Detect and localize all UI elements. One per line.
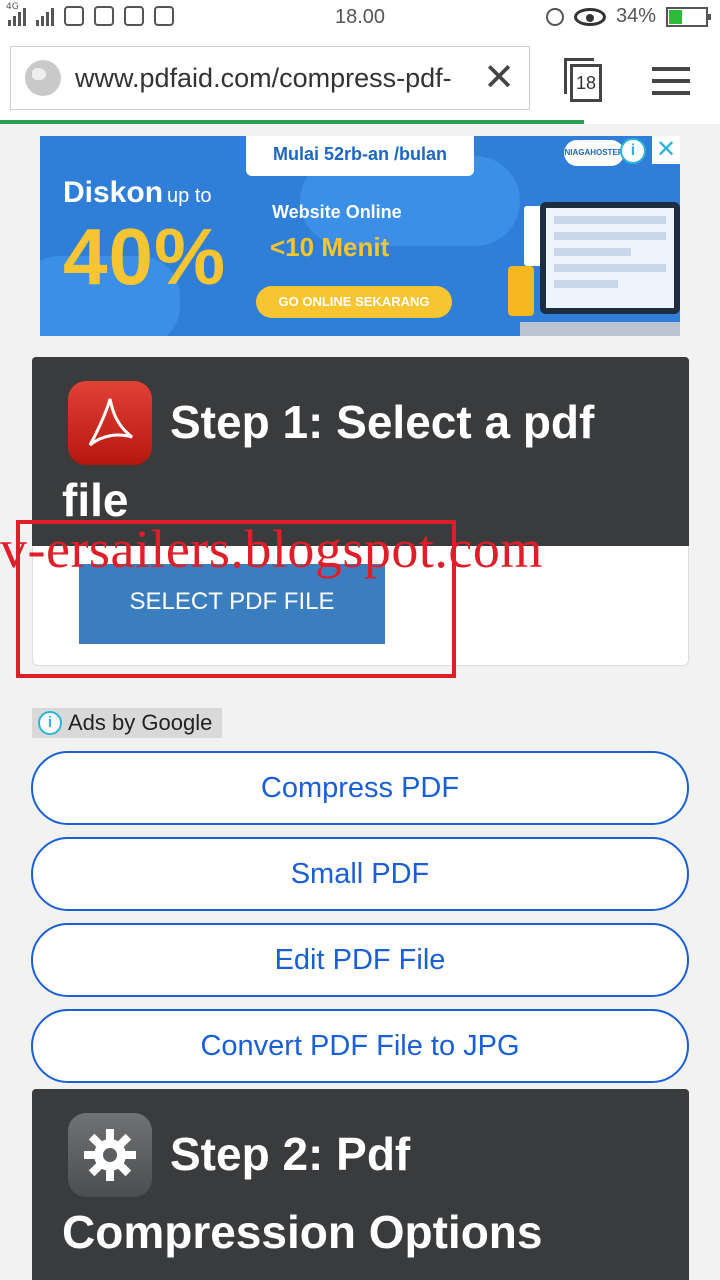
blackberry-icon (124, 6, 144, 26)
laptop-illustration (540, 202, 680, 314)
ad-subheadline: <10 Menit (270, 232, 390, 262)
ad-link-compress-pdf[interactable]: Compress PDF (31, 751, 689, 825)
plant-illustration (508, 266, 534, 316)
battery-percent: 34% (615, 5, 656, 27)
browser-toolbar: www.pdfaid.com/compress-pdf- ✕ 18 (0, 36, 720, 124)
ad-brand-logo: NIAGAHOSTER (564, 140, 624, 166)
eye-icon (573, 7, 606, 26)
close-icon[interactable]: ✕ (483, 59, 515, 97)
step1-title: Step 1: Select a pdf file (62, 396, 595, 526)
ad-link-edit-pdf-file[interactable]: Edit PDF File (31, 923, 689, 997)
network-type: 4G (6, 2, 19, 12)
ad-discount-value: 40% (63, 212, 227, 301)
status-icons-left: 4G (6, 2, 174, 26)
info-icon: i (38, 711, 62, 735)
ad-link-convert-pdf-to-jpg[interactable]: Convert PDF File to JPG (31, 1009, 689, 1083)
instagram-icon (64, 6, 84, 26)
ads-by-google-label: Ads by Google (68, 710, 213, 735)
info-icon[interactable]: i (620, 138, 646, 164)
step2-card: Step 2: Pdf Compression Options (32, 1089, 689, 1280)
address-bar[interactable]: www.pdfaid.com/compress-pdf- ✕ (10, 46, 530, 110)
watermark: v-ersailers.blogspot.com (0, 519, 543, 579)
step2-title: Step 2: Pdf Compression Options (62, 1128, 543, 1258)
close-icon[interactable]: ✕ (652, 136, 680, 164)
signal-icon (36, 6, 54, 26)
ad-headline: Website Online (272, 202, 402, 222)
url-text[interactable]: www.pdfaid.com/compress-pdf- (75, 63, 475, 94)
signal-icon: 4G (6, 2, 26, 26)
notification-icon (154, 6, 174, 26)
menu-icon[interactable] (652, 67, 690, 103)
ad-link-small-pdf[interactable]: Small PDF (31, 837, 689, 911)
page-load-progress (0, 120, 584, 124)
ad-banner[interactable]: Mulai 52rb-an /bulan Diskon up to 40% Web… (40, 136, 680, 336)
status-bar: 4G 18.00 34% (0, 0, 720, 36)
globe-icon (25, 60, 61, 96)
tab-count: 18 (570, 64, 602, 102)
alarm-icon (545, 7, 564, 26)
battery-charging-icon (666, 6, 711, 27)
ad-price-label: Mulai 52rb-an /bulan (246, 136, 474, 176)
ad-discount-label: Diskon up to (63, 176, 212, 209)
download-icon (94, 6, 114, 26)
ads-by-google[interactable]: i Ads by Google (32, 708, 223, 738)
status-icons-right: 34% (545, 5, 711, 28)
ad-cta-button[interactable]: GO ONLINE SEKARANG (256, 286, 452, 318)
tabs-icon[interactable]: 18 (564, 58, 602, 102)
